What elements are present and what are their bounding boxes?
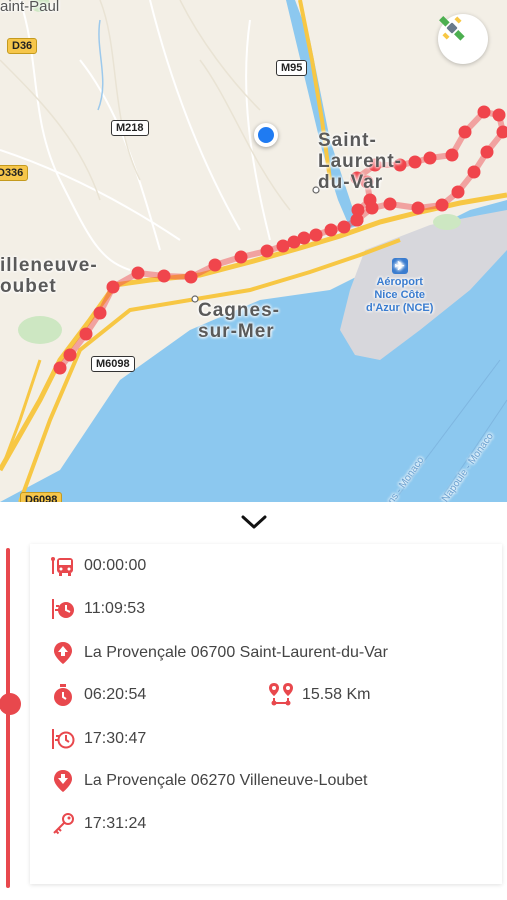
- satellite-icon: [439, 16, 465, 41]
- current-location-dot: [254, 123, 278, 147]
- route-point: [423, 151, 437, 165]
- route-point: [365, 201, 379, 215]
- trip-arrival-time: 17:30:47: [84, 730, 147, 747]
- trip-departure-row: 11:09:53: [50, 595, 145, 623]
- timeline-track[interactable]: [6, 548, 10, 888]
- trip-duration-row: 06:20:54: [50, 681, 146, 709]
- route-point: [324, 223, 338, 237]
- airplane-icon: ✈: [391, 258, 408, 274]
- route-point: [184, 270, 198, 284]
- trip-start-row: 00:00:00: [50, 552, 146, 580]
- trip-distance-row: 15.58 Km: [268, 681, 370, 709]
- route-point: [93, 306, 107, 320]
- route-point: [79, 327, 93, 341]
- trip-end-address: La Provençale 06270 Villeneuve-Loubet: [84, 772, 368, 789]
- map-layer-button[interactable]: [438, 14, 488, 64]
- route-point: [477, 105, 491, 119]
- departure-clock-icon: [50, 596, 76, 622]
- pin-up-icon: [50, 640, 76, 666]
- chevron-down-icon: [241, 515, 266, 529]
- map-label-villeneuve: illeneuve- oubet: [0, 255, 98, 297]
- route-point: [337, 220, 351, 234]
- route-point: [157, 269, 171, 283]
- stopwatch-icon: [50, 682, 76, 708]
- arrival-clock-icon: [50, 726, 76, 752]
- trip-start-address-row: La Provençale 06700 Saint-Laurent-du-Var: [50, 639, 388, 667]
- route-point: [445, 148, 459, 162]
- road-shield-d36: D36: [7, 38, 38, 54]
- route-point: [408, 155, 422, 169]
- trip-key-off-time: 17:31:24: [84, 815, 147, 832]
- timeline-handle[interactable]: [0, 693, 21, 715]
- route-point: [383, 197, 397, 211]
- route-point: [411, 201, 425, 215]
- map-label-saint-laurent: Saint- Laurent- du-Var: [318, 130, 402, 193]
- route-point: [63, 348, 77, 362]
- key-icon: [50, 811, 76, 837]
- road-shield-m6098: M6098: [91, 356, 135, 372]
- route-point: [451, 185, 465, 199]
- trip-key-off-row: 17:31:24: [50, 810, 146, 838]
- collapse-panel-button[interactable]: [0, 502, 507, 542]
- route-point: [53, 361, 67, 375]
- trip-details-card: 00:00:00 11:09:53 La Provençale 06700 Sa…: [30, 544, 502, 884]
- map-label-cagnes: Cagnes- sur-Mer: [198, 300, 280, 342]
- route-point: [480, 145, 494, 159]
- route-point: [234, 250, 248, 264]
- route-point: [350, 213, 364, 227]
- pin-down-icon: [50, 768, 76, 794]
- route-point: [208, 258, 222, 272]
- route-point: [309, 228, 323, 242]
- route-point: [467, 165, 481, 179]
- road-shield-d6098: D6098: [20, 492, 63, 502]
- trip-start-time: 00:00:00: [84, 557, 147, 574]
- route-point: [492, 108, 506, 122]
- road-shield-m95: M95: [276, 60, 308, 76]
- trip-distance: 15.58 Km: [302, 686, 371, 703]
- map-canvas: [0, 0, 507, 502]
- route-point: [458, 125, 472, 139]
- route-point: [106, 280, 120, 294]
- trip-arrival-row: 17:30:47: [50, 725, 146, 753]
- map-view[interactable]: aint-Paul Saint- Laurent- du-Var illeneu…: [0, 0, 507, 502]
- trip-end-address-row: La Provençale 06270 Villeneuve-Loubet: [50, 767, 367, 795]
- route-point: [435, 198, 449, 212]
- route-point: [297, 231, 311, 245]
- route-point: [131, 266, 145, 280]
- map-label-saint-paul: aint-Paul: [0, 0, 60, 15]
- bus-stop-icon: [50, 553, 76, 579]
- airport-marker: ✈ Aéroport Nice Côte d'Azur (NCE): [366, 258, 433, 315]
- trip-start-address: La Provençale 06700 Saint-Laurent-du-Var: [84, 644, 388, 661]
- road-shield-m218: M218: [111, 120, 149, 136]
- road-shield-d336: D336: [0, 165, 29, 181]
- route-point: [260, 244, 274, 258]
- trip-duration: 06:20:54: [84, 686, 147, 703]
- trip-departure-time: 11:09:53: [84, 600, 146, 617]
- airport-label: Aéroport Nice Côte d'Azur (NCE): [366, 276, 434, 314]
- route-pins-icon: [268, 682, 294, 708]
